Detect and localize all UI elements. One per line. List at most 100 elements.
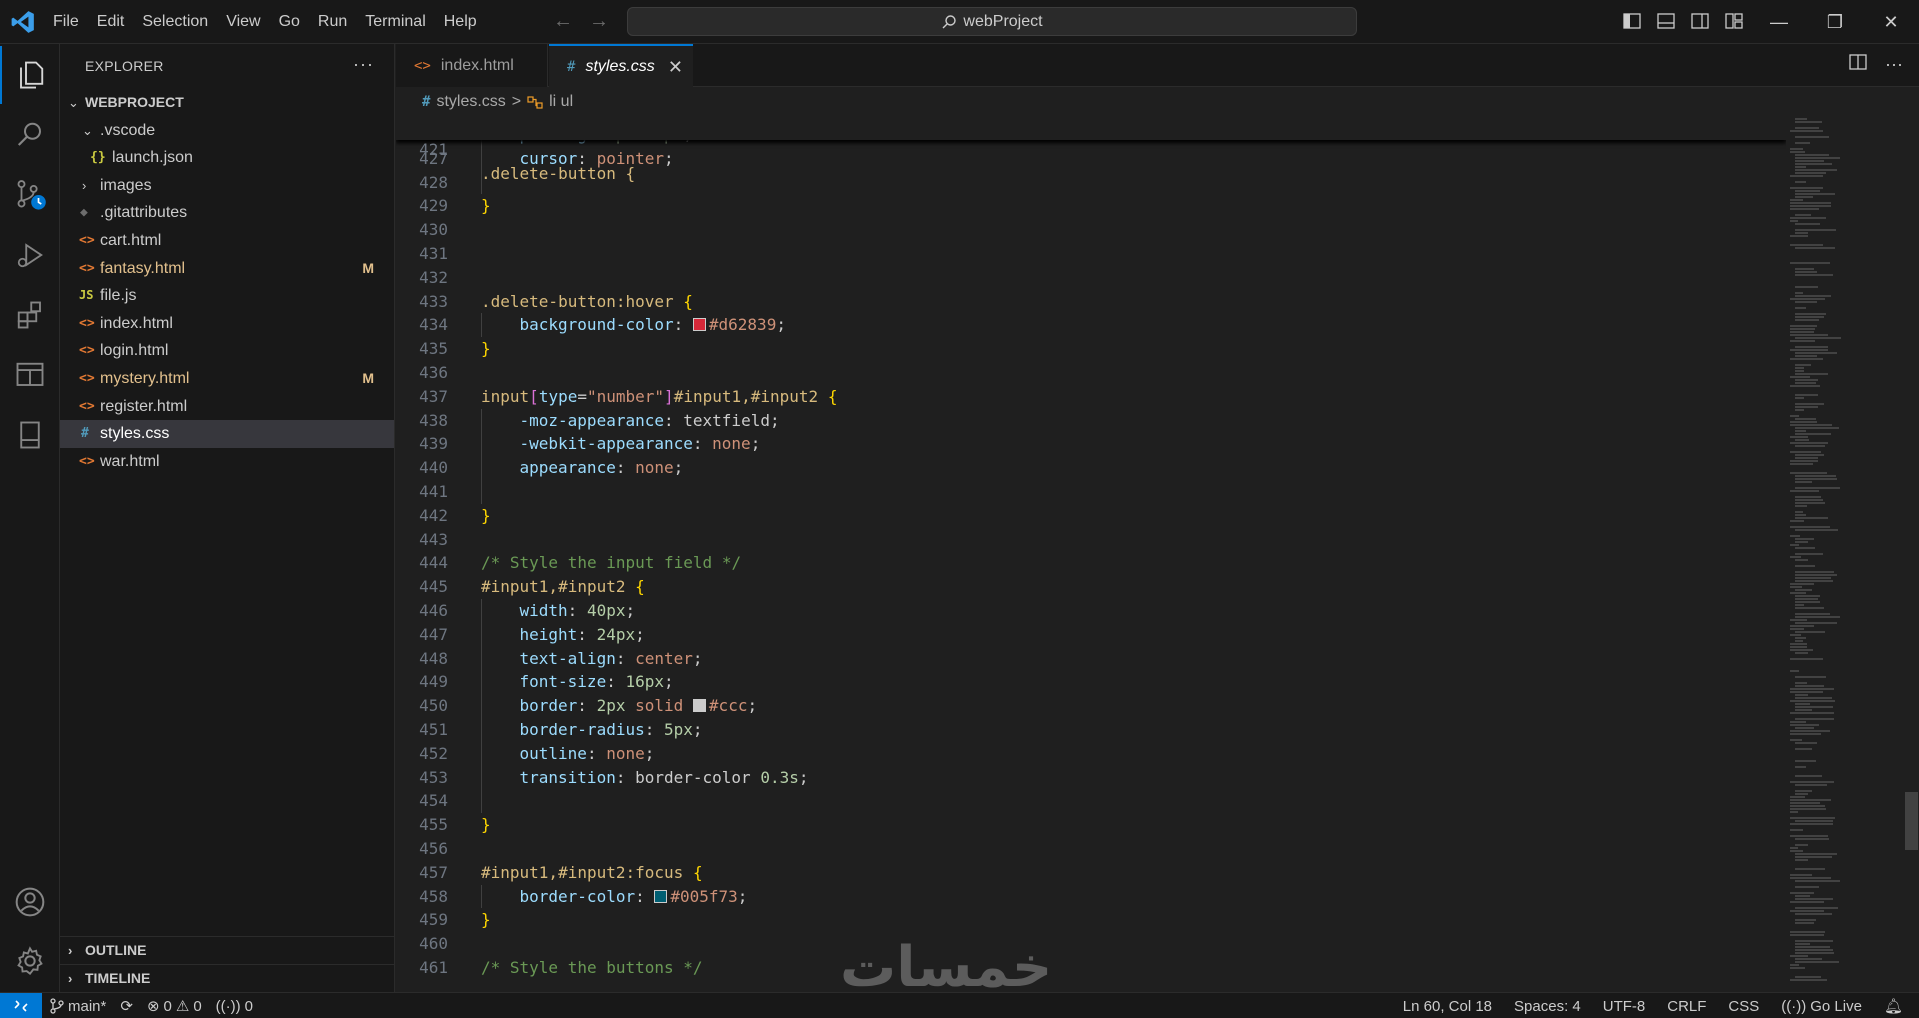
remote-indicator-icon[interactable]	[0, 993, 42, 1018]
code-line[interactable]: 430	[396, 218, 1786, 242]
breadcrumb-file[interactable]: styles.css	[436, 93, 505, 111]
code-line[interactable]: 461 /* Style the buttons */	[396, 956, 1786, 980]
code-line[interactable]: 436	[396, 361, 1786, 385]
code-line[interactable]: 455}	[396, 813, 1786, 837]
search-activity-icon[interactable]	[0, 106, 60, 164]
more-actions-icon[interactable]: ···	[353, 54, 374, 75]
back-arrow-icon[interactable]: ←	[552, 10, 574, 32]
code-line[interactable]: 452 outline: none;	[396, 741, 1786, 766]
close-window-icon[interactable]: ✕	[1863, 0, 1919, 44]
tree-item-images[interactable]: › images	[60, 172, 394, 200]
language-mode[interactable]: CSS	[1728, 998, 1759, 1015]
encoding[interactable]: UTF-8	[1603, 998, 1646, 1015]
forward-arrow-icon[interactable]: →	[588, 10, 610, 32]
scrollbar-thumb[interactable]	[1905, 792, 1918, 850]
tree-item-register-html[interactable]: <> register.html	[60, 393, 394, 421]
code-line[interactable]: 445 #input1,#input2 {	[396, 575, 1786, 599]
run-debug-activity-icon[interactable]	[0, 226, 60, 284]
tree-item-cart-html[interactable]: <> cart.html	[60, 227, 394, 255]
code-line[interactable]: 434 background-color: #d62839;	[396, 313, 1786, 338]
code-line[interactable]: 429}	[396, 194, 1786, 218]
code-line[interactable]: 435}	[396, 337, 1786, 361]
indentation[interactable]: Spaces: 4	[1514, 998, 1581, 1015]
tree-item-styles-css[interactable]: # styles.css	[60, 420, 394, 448]
end-of-line[interactable]: CRLF	[1667, 998, 1706, 1015]
code-line[interactable]: 432	[396, 266, 1786, 290]
code-line[interactable]: 440 appearance: none;	[396, 456, 1786, 480]
code-line[interactable]: 447 height: 24px;	[396, 622, 1786, 647]
remote-explorer-activity-icon[interactable]	[0, 346, 60, 404]
ports-indicator[interactable]: ((·)) 0	[216, 998, 253, 1015]
tree-item-index-html[interactable]: <> index.html	[60, 310, 394, 338]
tab-styles-css[interactable]: # styles.css ✕	[549, 44, 693, 88]
menu-run[interactable]: Run	[309, 0, 356, 44]
menu-help[interactable]: Help	[435, 0, 486, 44]
go-live-button[interactable]: ((·)) Go Live	[1781, 998, 1862, 1015]
settings-gear-icon[interactable]	[0, 932, 60, 990]
code-line[interactable]: 437 input[type="number"]#input1,#input2 {	[396, 385, 1786, 409]
cursor-position[interactable]: Ln 60, Col 18	[1403, 998, 1492, 1015]
tree-item-login-html[interactable]: <> login.html	[60, 337, 394, 365]
menu-terminal[interactable]: Terminal	[356, 0, 434, 44]
code-line[interactable]: 453 transition: border-color 0.3s;	[396, 765, 1786, 790]
code-line[interactable]: 433 .delete-button:hover {	[396, 290, 1786, 314]
color-swatch[interactable]	[692, 318, 706, 332]
menu-go[interactable]: Go	[270, 0, 309, 44]
menu-edit[interactable]: Edit	[88, 0, 134, 44]
code-line[interactable]: 441	[396, 480, 1786, 504]
code-line[interactable]: 451 border-radius: 5px;	[396, 718, 1786, 742]
workspace-root[interactable]: ⌄ WEBPROJECT	[60, 89, 394, 117]
tree-item-mystery-html[interactable]: <> mystery.html M	[60, 365, 394, 393]
minimap[interactable]	[1786, 114, 1904, 992]
extensions-activity-icon[interactable]	[0, 286, 60, 344]
tree-item-war-html[interactable]: <> war.html	[60, 448, 394, 476]
menu-file[interactable]: File	[44, 0, 88, 44]
code-line[interactable]: 460	[396, 932, 1786, 956]
code-line[interactable]: 431	[396, 242, 1786, 266]
book-activity-icon[interactable]	[0, 406, 60, 464]
menu-selection[interactable]: Selection	[133, 0, 217, 44]
code-line[interactable]: 456	[396, 837, 1786, 861]
color-swatch[interactable]	[692, 699, 706, 713]
tree-item-fantasy-html[interactable]: <> fantasy.html M	[60, 255, 394, 283]
code-line[interactable]: 458 border-color: #005f73;	[396, 884, 1786, 909]
breadcrumb-symbol[interactable]: li ul	[549, 93, 573, 111]
toggle-panel-icon[interactable]	[1654, 9, 1678, 33]
color-swatch[interactable]	[654, 889, 668, 903]
customize-layout-icon[interactable]	[1722, 9, 1746, 33]
accounts-icon[interactable]	[0, 873, 60, 931]
split-editor-icon[interactable]	[1849, 54, 1867, 75]
code-line[interactable]: 442}	[396, 504, 1786, 528]
code-line[interactable]: 454	[396, 789, 1786, 814]
code-line[interactable]: 457 #input1,#input2:focus {	[396, 861, 1786, 885]
more-actions-icon[interactable]: ···	[1885, 54, 1903, 75]
code-line[interactable]: 450 border: 2px solid #ccc;	[396, 694, 1786, 718]
tab-index-html[interactable]: <> index.html	[396, 44, 548, 87]
tree-item-vscode[interactable]: ⌄ .vscode	[60, 117, 394, 145]
code-line[interactable]: 439 -webkit-appearance: none;	[396, 432, 1786, 457]
outline-section[interactable]: › OUTLINE	[60, 936, 394, 963]
tree-item-launch-json[interactable]: {} launch.json	[60, 144, 394, 172]
timeline-section[interactable]: › TIMELINE	[60, 964, 394, 991]
tree-item-file-js[interactable]: JS file.js	[60, 282, 394, 310]
code-line[interactable]: 438 -moz-appearance: textfield;	[396, 408, 1786, 433]
code-line[interactable]: 459}	[396, 908, 1786, 932]
editor-scrollbar[interactable]	[1904, 114, 1919, 992]
code-line[interactable]: 446 width: 40px;	[396, 599, 1786, 623]
notifications-bell-icon[interactable]: 🔔︎	[1884, 997, 1903, 1015]
toggle-secondary-sidebar-icon[interactable]	[1688, 9, 1712, 33]
sticky-scroll-header[interactable]: 421 .delete-button {	[396, 114, 1786, 183]
code-line[interactable]: 443	[396, 528, 1786, 552]
explorer-activity-icon[interactable]	[0, 46, 60, 104]
sync-icon[interactable]: ⟳	[120, 997, 133, 1015]
code-editor[interactable]: 421 .delete-button { 426padding: 5px 10p…	[396, 114, 1786, 992]
toggle-primary-sidebar-icon[interactable]	[1620, 9, 1644, 33]
branch-indicator[interactable]: main*	[50, 998, 106, 1015]
problems-indicator[interactable]: ⊗ 0 ⚠ 0	[147, 997, 202, 1016]
tree-item-gitattributes[interactable]: ◆ .gitattributes	[60, 199, 394, 227]
close-tab-icon[interactable]: ✕	[668, 57, 683, 78]
code-line[interactable]: 444 /* Style the input field */	[396, 551, 1786, 575]
minimize-icon[interactable]: —	[1751, 0, 1807, 44]
restore-icon[interactable]: ❐	[1807, 0, 1863, 44]
code-line[interactable]: 448 text-align: center;	[396, 646, 1786, 671]
